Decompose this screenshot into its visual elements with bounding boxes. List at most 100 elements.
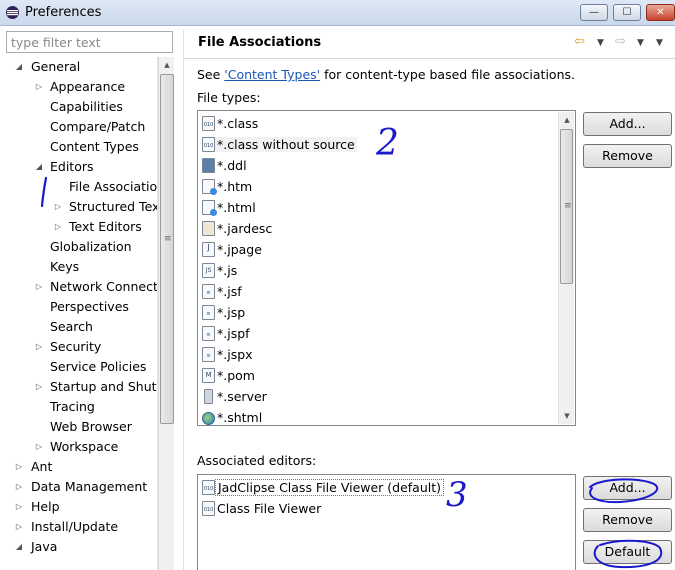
list-item-label: *.html — [217, 200, 256, 215]
remove-editor-button[interactable]: Remove — [583, 508, 672, 532]
tree-label: Java — [31, 539, 58, 554]
list-item[interactable]: *.html — [202, 197, 256, 218]
tree-label: Capabilities — [50, 99, 123, 114]
collapsed-arrow-icon[interactable]: ▷ — [53, 217, 63, 237]
list-item-label: *.jardesc — [217, 221, 273, 236]
tree-item-web-browser[interactable]: Web Browser — [50, 417, 132, 437]
forward-arrow-icon[interactable]: ⇨ — [615, 34, 626, 49]
tree-label: Globalization — [50, 239, 132, 254]
list-item-label: *.server — [217, 389, 267, 404]
list-item[interactable]: *.shtml — [202, 407, 262, 425]
list-item[interactable]: ≡ *.jspf — [202, 323, 250, 344]
tree-item-search[interactable]: Search — [50, 317, 93, 337]
collapsed-arrow-icon[interactable]: ▷ — [34, 377, 44, 397]
tree-label: Compare/Patch — [50, 119, 146, 134]
collapsed-arrow-icon[interactable]: ▷ — [14, 497, 24, 517]
list-item[interactable]: *.server — [202, 386, 267, 407]
header-separator — [184, 58, 675, 59]
list-item-label: *.htm — [217, 179, 253, 194]
view-menu-icon[interactable]: ▼ — [656, 38, 663, 48]
tree-label: Ant — [31, 459, 53, 474]
collapsed-arrow-icon[interactable]: ▷ — [34, 337, 44, 357]
tree-item-compare-patch[interactable]: Compare/Patch — [50, 117, 145, 137]
expanded-arrow-icon[interactable]: ◢ — [14, 57, 24, 77]
collapsed-arrow-icon[interactable]: ▷ — [53, 197, 63, 217]
tree-label: Keys — [50, 259, 80, 274]
list-item[interactable]: JS *.js — [202, 260, 237, 281]
class-file-icon: 010 — [202, 137, 215, 152]
collapsed-arrow-icon[interactable]: ▷ — [34, 277, 44, 297]
close-button[interactable]: ✕ — [646, 4, 675, 21]
minimize-button[interactable]: — — [580, 4, 608, 21]
scroll-thumb[interactable]: ≡ — [560, 129, 573, 284]
remove-file-type-button[interactable]: Remove — [583, 144, 672, 168]
back-dropdown-icon[interactable]: ▼ — [597, 38, 604, 48]
list-item[interactable]: *.jardesc — [202, 218, 272, 239]
tree-item-capabilities[interactable]: Capabilities — [50, 97, 123, 117]
tree-label: Install/Update — [31, 519, 119, 534]
maximize-button[interactable]: ☐ — [613, 4, 641, 21]
list-item[interactable]: ≡ *.jsp — [202, 302, 245, 323]
tree-scrollbar[interactable]: ▲ ≡ — [158, 57, 174, 570]
list-item[interactable]: 010 *.class — [202, 113, 258, 134]
eclipse-app-icon — [6, 6, 19, 19]
expanded-arrow-icon[interactable]: ◢ — [34, 157, 44, 177]
preference-tree: ◢ General ▷ Appearance Capabilities Comp… — [0, 57, 158, 570]
tree-label: Security — [50, 339, 102, 354]
collapsed-arrow-icon[interactable]: ▷ — [14, 517, 24, 537]
pom-file-icon: M — [202, 368, 215, 383]
tree-label: Service Policies — [50, 359, 147, 374]
add-editor-button[interactable]: Add... — [583, 476, 672, 500]
scroll-up-icon[interactable]: ▲ — [559, 112, 575, 128]
tree-label: Workspace — [50, 439, 119, 454]
hint-suffix: for content-type based file associations… — [320, 67, 575, 82]
text-file-icon: ≡ — [202, 326, 215, 341]
list-item[interactable]: M *.pom — [202, 365, 255, 386]
list-item[interactable]: J *.jpage — [202, 239, 262, 260]
list-item[interactable]: ≡ *.jspx — [202, 344, 253, 365]
add-file-type-button[interactable]: Add... — [583, 112, 672, 136]
file-types-scrollbar[interactable]: ▲ ≡ ▼ — [558, 112, 574, 424]
text-file-icon: ≡ — [202, 284, 215, 299]
default-editor-button[interactable]: Default — [583, 540, 672, 564]
collapsed-arrow-icon[interactable]: ▷ — [34, 437, 44, 457]
text-file-icon: ≡ — [202, 347, 215, 362]
scroll-thumb[interactable]: ≡ — [160, 74, 174, 424]
forward-dropdown-icon[interactable]: ▼ — [637, 38, 644, 48]
tree-item-service-policies[interactable]: Service Policies — [50, 357, 146, 377]
filter-input[interactable] — [6, 31, 173, 53]
tree-item-keys[interactable]: Keys — [50, 257, 79, 277]
collapsed-arrow-icon[interactable]: ▷ — [14, 457, 24, 477]
tree-item-perspectives[interactable]: Perspectives — [50, 297, 129, 317]
back-arrow-icon[interactable]: ⇦ — [574, 34, 585, 49]
content-types-link[interactable]: 'Content Types' — [224, 67, 320, 82]
tree-label: Perspectives — [50, 299, 129, 314]
list-item[interactable]: 010 Class File Viewer — [202, 498, 321, 519]
list-item[interactable]: *.ddl — [202, 155, 247, 176]
tree-item-tracing[interactable]: Tracing — [50, 397, 95, 417]
list-item[interactable]: 010 JadClipse Class File Viewer (default) — [202, 477, 445, 498]
globe-file-icon — [202, 412, 215, 425]
scroll-up-icon[interactable]: ▲ — [159, 57, 175, 73]
tree-item-file-associations[interactable]: File Associations — [69, 177, 157, 197]
html-file-icon — [202, 179, 217, 195]
list-item[interactable]: *.htm — [202, 176, 252, 197]
scroll-down-icon[interactable]: ▼ — [559, 408, 575, 424]
panel-divider[interactable] — [183, 30, 184, 570]
tree-label: Editors — [50, 159, 94, 174]
list-item[interactable]: ≡ *.jsf — [202, 281, 242, 302]
tree-label: Content Types — [50, 139, 139, 154]
list-item-label: Class File Viewer — [217, 501, 322, 516]
list-item-label: *.js — [217, 263, 238, 278]
js-file-icon: JS — [202, 263, 215, 278]
associated-editors-list[interactable]: 010 JadClipse Class File Viewer (default)… — [197, 474, 576, 570]
expanded-arrow-icon[interactable]: ◢ — [14, 537, 24, 557]
list-item[interactable]: 010 *.class without source — [202, 134, 357, 155]
list-item-label: *.jpage — [217, 242, 262, 257]
tree-label: Web Browser — [50, 419, 132, 434]
tree-item-content-types[interactable]: Content Types — [50, 137, 139, 157]
tree-item-globalization[interactable]: Globalization — [50, 237, 132, 257]
jardesc-file-icon — [202, 221, 215, 236]
collapsed-arrow-icon[interactable]: ▷ — [14, 477, 24, 497]
collapsed-arrow-icon[interactable]: ▷ — [34, 77, 44, 97]
